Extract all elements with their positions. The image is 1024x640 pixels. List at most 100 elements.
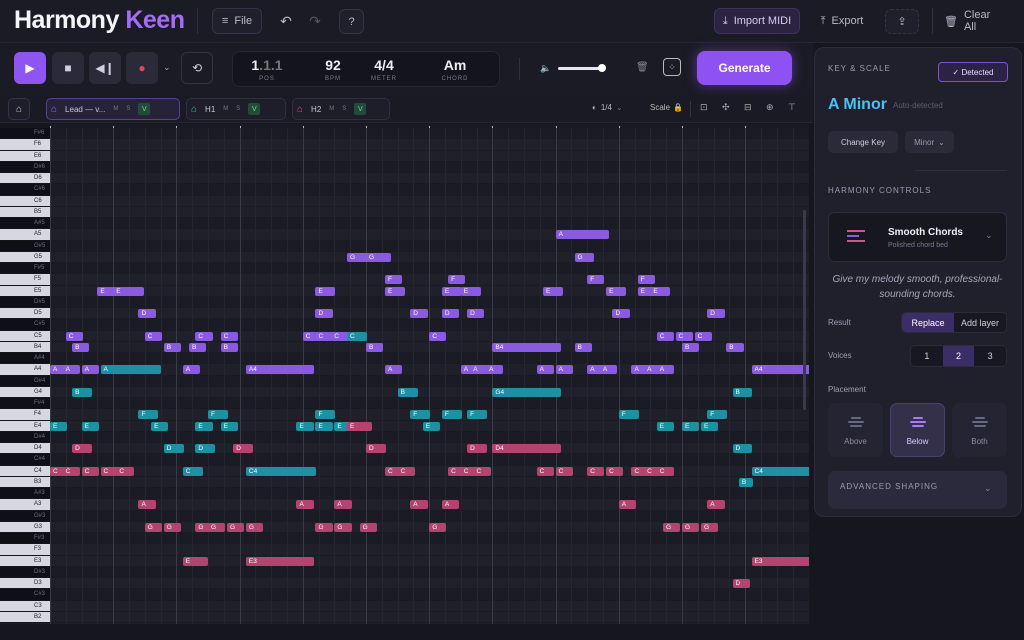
piano-key[interactable]: C#3: [0, 589, 50, 601]
note[interactable]: B: [220, 342, 238, 352]
note[interactable]: C: [65, 331, 84, 341]
piano-key[interactable]: F4: [0, 409, 50, 421]
note[interactable]: E: [656, 421, 674, 431]
visible-toggle[interactable]: V: [248, 103, 261, 115]
note[interactable]: D: [366, 444, 386, 453]
note[interactable]: F: [315, 410, 336, 420]
note[interactable]: E: [315, 421, 333, 431]
note[interactable]: B: [732, 387, 753, 397]
piano-key[interactable]: G#5: [0, 240, 50, 252]
piano-key[interactable]: B3: [0, 476, 50, 488]
note[interactable]: F: [138, 410, 159, 420]
note[interactable]: A: [100, 365, 162, 375]
piano-key[interactable]: B5: [0, 206, 50, 218]
note[interactable]: C: [116, 466, 134, 476]
note[interactable]: C: [144, 331, 163, 341]
placement-both[interactable]: Both: [952, 403, 1007, 457]
piano-key[interactable]: A#3: [0, 488, 50, 500]
note[interactable]: C: [100, 466, 118, 476]
note[interactable]: E: [81, 421, 99, 431]
piano-key[interactable]: A4: [0, 364, 50, 376]
note[interactable]: D: [233, 444, 254, 453]
play-button[interactable]: ▶: [14, 52, 46, 84]
select-all-icon[interactable]: ✣: [722, 102, 730, 113]
note-grid[interactable]: AGGGFFFFEEEEEEEEEEEDDDDDDDCCCCCCCCCCCCBB…: [50, 128, 809, 624]
piano-key[interactable]: F#3: [0, 533, 50, 545]
note[interactable]: C: [555, 466, 573, 476]
visible-toggle[interactable]: V: [354, 103, 367, 115]
note[interactable]: F: [467, 410, 488, 420]
note[interactable]: A: [536, 365, 554, 375]
dice-icon[interactable]: ⁘: [663, 58, 681, 76]
voices-option-2[interactable]: 2: [942, 346, 975, 366]
note[interactable]: A: [618, 500, 637, 510]
note[interactable]: A: [384, 365, 403, 375]
placement-above[interactable]: Above: [828, 403, 883, 457]
note[interactable]: F: [208, 410, 228, 420]
note[interactable]: A: [441, 500, 460, 510]
note[interactable]: B: [726, 342, 744, 352]
track-2[interactable]: ⌂ H1 M S V: [186, 98, 286, 120]
note[interactable]: G: [682, 522, 700, 532]
piano-key[interactable]: A5: [0, 229, 50, 241]
record-options-chevron-icon[interactable]: ⌄: [163, 62, 171, 73]
meter-display[interactable]: 4/4 METER: [366, 57, 402, 82]
note[interactable]: C: [694, 331, 712, 341]
note[interactable]: E: [682, 421, 700, 431]
voices-option-3[interactable]: 3: [974, 346, 1006, 366]
note[interactable]: E: [422, 421, 441, 431]
note[interactable]: B: [72, 387, 93, 397]
note[interactable]: C: [315, 331, 333, 341]
note[interactable]: A: [81, 365, 99, 375]
voices-toggle[interactable]: 1 2 3: [910, 345, 1007, 367]
note[interactable]: C4: [751, 466, 809, 476]
piano-key[interactable]: G#3: [0, 510, 50, 522]
generate-button[interactable]: Generate: [697, 51, 792, 85]
help-icon[interactable]: ?: [339, 9, 364, 34]
piano-key[interactable]: D#4: [0, 431, 50, 443]
piano-key[interactable]: E4: [0, 420, 50, 432]
note[interactable]: B4: [492, 342, 561, 352]
note[interactable]: C: [195, 331, 213, 341]
note[interactable]: D: [138, 309, 156, 318]
bpm-display[interactable]: 92 BPM: [315, 57, 351, 82]
solo-button[interactable]: S: [236, 106, 240, 112]
piano-key[interactable]: F#6: [0, 128, 50, 140]
note[interactable]: C: [331, 331, 349, 341]
mute-button[interactable]: M: [329, 106, 334, 112]
note[interactable]: E: [441, 286, 462, 296]
piano-key[interactable]: C#4: [0, 454, 50, 466]
stop-button[interactable]: ■: [52, 52, 84, 84]
placement-below[interactable]: Below: [890, 403, 945, 457]
piano-key[interactable]: D5: [0, 308, 50, 320]
note[interactable]: C: [473, 466, 491, 476]
note[interactable]: C: [536, 466, 554, 476]
note[interactable]: C: [397, 466, 415, 476]
note[interactable]: G: [429, 522, 447, 532]
note[interactable]: B: [366, 342, 384, 352]
piano-key[interactable]: D3: [0, 578, 50, 590]
note[interactable]: D: [612, 309, 630, 318]
note[interactable]: F: [410, 410, 431, 420]
quantize-select[interactable]: ◐ 1/4 ⌄: [592, 103, 623, 112]
solo-button[interactable]: S: [126, 106, 130, 112]
piano-key[interactable]: D6: [0, 173, 50, 185]
solo-button[interactable]: S: [342, 106, 346, 112]
note[interactable]: B: [72, 342, 90, 352]
note[interactable]: C4: [245, 466, 315, 476]
file-menu-button[interactable]: ≡ File: [212, 8, 262, 34]
note[interactable]: A: [555, 365, 573, 375]
loop-button[interactable]: ⟲: [181, 52, 213, 84]
clear-all-button[interactable]: 🗑 Clear All: [944, 8, 1004, 34]
piano-key[interactable]: F6: [0, 139, 50, 151]
note[interactable]: B: [189, 342, 207, 352]
note[interactable]: E: [296, 421, 314, 431]
align-icon[interactable]: ⊤: [788, 102, 796, 113]
note[interactable]: F: [448, 275, 466, 285]
note[interactable]: G: [700, 522, 719, 532]
scale-lock-toggle[interactable]: Scale 🔒: [650, 103, 683, 112]
note[interactable]: E: [151, 421, 169, 431]
note[interactable]: E: [347, 421, 373, 431]
note[interactable]: C: [62, 466, 80, 476]
piano-key[interactable]: C6: [0, 195, 50, 207]
